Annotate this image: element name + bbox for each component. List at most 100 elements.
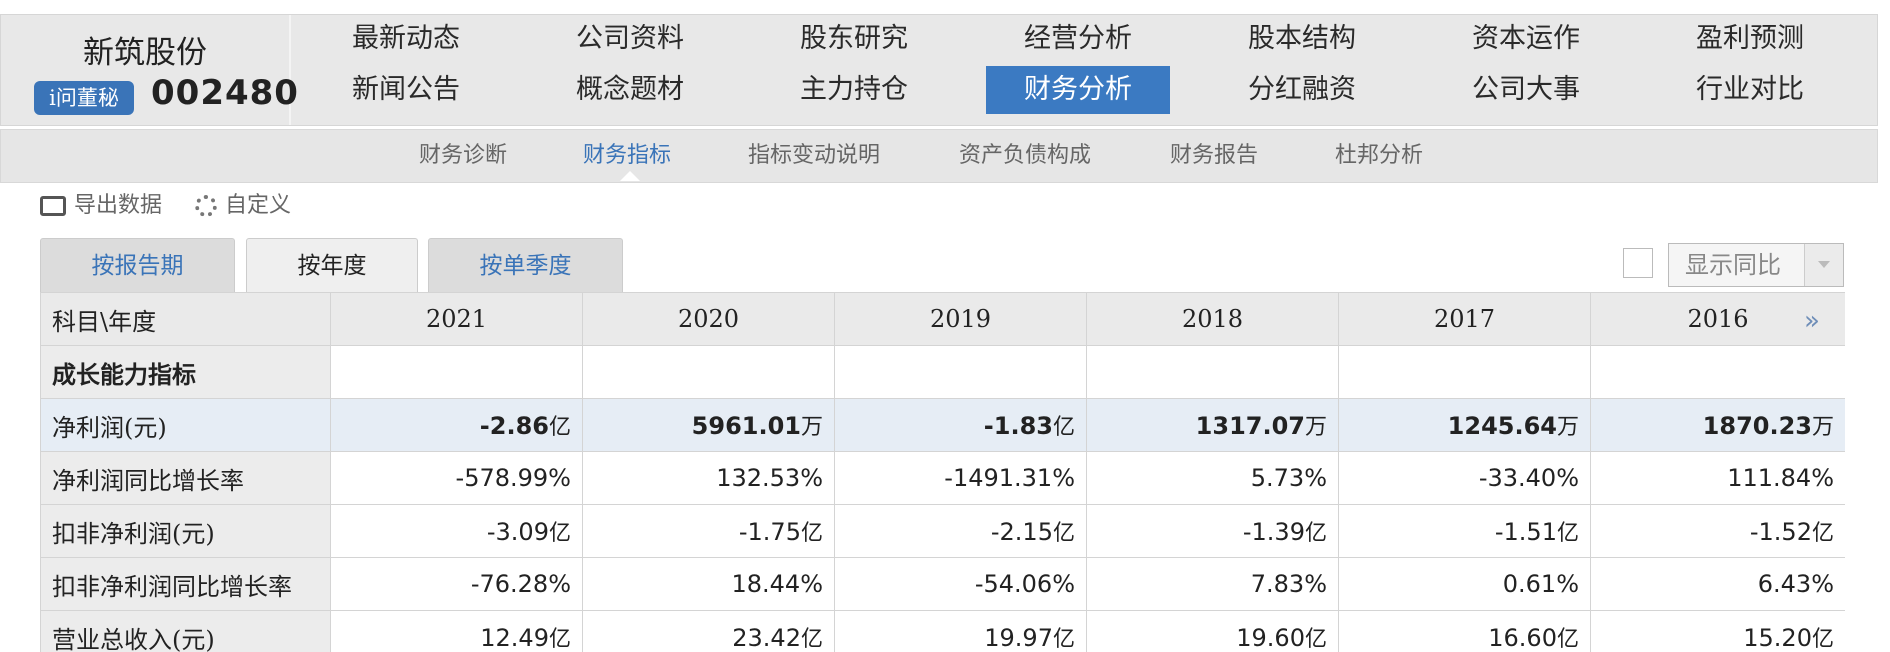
cell-value: 12.49 <box>480 624 549 652</box>
table-cell: -33.40% <box>1338 451 1591 505</box>
nav-item[interactable]: 股本结构 <box>1210 15 1394 63</box>
nav-item[interactable]: 概念题材 <box>538 66 722 114</box>
table-cell: -1.52亿 <box>1590 504 1845 558</box>
cell-value: 19.97 <box>984 624 1053 652</box>
nav-item[interactable]: 新闻公告 <box>314 66 498 114</box>
customize-button[interactable]: 自定义 <box>195 193 291 219</box>
company-name: 新筑股份 <box>83 35 207 71</box>
cell-value: 1317.07 <box>1195 412 1305 440</box>
year-header[interactable]: 2018 <box>1086 292 1339 346</box>
cell-value: 0.61% <box>1502 570 1579 598</box>
table-row: 净利润(元) -2.86亿 5961.01万 -1.83亿 1317.07万 1245.6… <box>40 398 1845 452</box>
table-cell: 19.97亿 <box>834 610 1087 652</box>
nav-item[interactable]: 主力持仓 <box>762 66 946 114</box>
cell-unit: 万 <box>1304 415 1327 440</box>
cell-value: 1245.64 <box>1447 412 1557 440</box>
cell-unit: 亿 <box>1052 415 1075 440</box>
cell-value: -1.83 <box>983 412 1053 440</box>
cell-value: 19.60 <box>1236 624 1305 652</box>
table-cell: -1.75亿 <box>582 504 835 558</box>
row-label: 扣非净利润同比增长率 <box>40 557 331 611</box>
cell-unit: 万 <box>1811 415 1834 440</box>
cell-unit: 亿 <box>800 521 823 546</box>
stock-code: 002480 <box>151 73 299 113</box>
table-cell <box>330 345 583 399</box>
cell-value: 5.73% <box>1250 464 1327 492</box>
cell-value: 7.83% <box>1250 570 1327 598</box>
nav-item[interactable]: 财务分析 <box>986 66 1170 114</box>
table-cell: -3.09亿 <box>330 504 583 558</box>
row-label: 净利润同比增长率 <box>40 451 331 505</box>
show-yoy-select[interactable]: 显示同比 <box>1668 243 1844 287</box>
cell-unit: 亿 <box>548 521 571 546</box>
table-cell <box>1086 345 1339 399</box>
table-cell: -2.15亿 <box>834 504 1087 558</box>
stock-header: 新筑股份 i问董秘 002480 最新动态 公司资料 股东研究 经营分析 股本结构 资本运… <box>0 14 1878 126</box>
nav-item[interactable]: 股东研究 <box>762 15 946 63</box>
table-cell: -1.51亿 <box>1338 504 1591 558</box>
cell-value: 16.60 <box>1488 624 1557 652</box>
table-cell <box>1338 345 1591 399</box>
period-tab[interactable]: 按单季度 <box>428 238 623 293</box>
table-cell: -1.39亿 <box>1086 504 1339 558</box>
table-cell: 23.42亿 <box>582 610 835 652</box>
next-years-icon[interactable]: » <box>1804 306 1820 336</box>
year-header[interactable]: 2017 <box>1338 292 1591 346</box>
nav-item[interactable]: 资本运作 <box>1434 15 1618 63</box>
ask-secretary-button[interactable]: i问董秘 <box>34 81 134 115</box>
nav-item[interactable]: 行业对比 <box>1658 66 1842 114</box>
financial-indicator-table: 科目\年度 2021 2020 2019 2018 2017 2016 成长能力指标 净利润… <box>40 292 1845 652</box>
cell-unit: 亿 <box>1304 627 1327 652</box>
cell-value: 1870.23 <box>1702 412 1812 440</box>
dropdown-arrow[interactable] <box>1804 244 1843 286</box>
gear-icon <box>195 195 217 217</box>
nav-item[interactable]: 公司大事 <box>1434 66 1618 114</box>
brand-block: 新筑股份 i问董秘 002480 <box>1 15 298 125</box>
subnav-item[interactable]: 财务报告 <box>1170 130 1258 182</box>
year-header[interactable]: 2021 <box>330 292 583 346</box>
table-row: 营业总收入(元) 12.49亿 23.42亿 19.97亿 19.60亿 16.60亿 15… <box>40 610 1845 652</box>
period-tab[interactable]: 按年度 <box>246 238 418 293</box>
year-header[interactable]: 2019 <box>834 292 1087 346</box>
nav-item[interactable]: 最新动态 <box>314 15 498 63</box>
table-row: 净利润同比增长率 -578.99% 132.53% -1491.31% 5.73% -33… <box>40 451 1845 505</box>
nav-item[interactable]: 盈利预测 <box>1658 15 1842 63</box>
subnav-item[interactable]: 财务诊断 <box>419 130 507 182</box>
period-tab[interactable]: 按报告期 <box>40 238 235 293</box>
table-cell: 5.73% <box>1086 451 1339 505</box>
row-label: 营业总收入(元) <box>40 610 331 652</box>
show-yoy-checkbox[interactable] <box>1623 248 1653 278</box>
cell-unit: 亿 <box>1052 521 1075 546</box>
cell-unit: 亿 <box>1811 521 1834 546</box>
nav-item[interactable]: 公司资料 <box>538 15 722 63</box>
nav-item[interactable]: 经营分析 <box>986 15 1170 63</box>
table-cell: 1245.64万 <box>1338 398 1591 452</box>
table-cell: 132.53% <box>582 451 835 505</box>
year-header[interactable]: 2020 <box>582 292 835 346</box>
table-cell: 111.84% <box>1590 451 1845 505</box>
cell-unit: 亿 <box>548 415 571 440</box>
table-cell: 0.61% <box>1338 557 1591 611</box>
cell-value: -33.40% <box>1478 464 1579 492</box>
cell-value: -1.52 <box>1749 518 1812 546</box>
cell-unit: 亿 <box>548 627 571 652</box>
row-label: 净利润(元) <box>40 398 331 452</box>
subnav-item[interactable]: 资产负债构成 <box>959 130 1091 182</box>
table-cell: 12.49亿 <box>330 610 583 652</box>
active-subnav-caret <box>620 171 640 181</box>
cell-value: -1.75 <box>738 518 801 546</box>
subnav-item[interactable]: 杜邦分析 <box>1335 130 1423 182</box>
table-row: 扣非净利润(元) -3.09亿 -1.75亿 -2.15亿 -1.39亿 -1.51亿 -1… <box>40 504 1845 558</box>
cell-value: 15.20 <box>1743 624 1812 652</box>
nav-item[interactable]: 分红融资 <box>1210 66 1394 114</box>
export-data-button[interactable]: 导出数据 <box>40 193 162 219</box>
row-label: 成长能力指标 <box>40 345 331 399</box>
table-cell: -1.83亿 <box>834 398 1087 452</box>
cell-value: -578.99% <box>455 464 571 492</box>
table-cell: 18.44% <box>582 557 835 611</box>
table-cell: -578.99% <box>330 451 583 505</box>
export-icon <box>40 196 66 216</box>
subnav-item[interactable]: 指标变动说明 <box>748 130 880 182</box>
table-cell: -76.28% <box>330 557 583 611</box>
cell-unit: 亿 <box>1811 627 1834 652</box>
